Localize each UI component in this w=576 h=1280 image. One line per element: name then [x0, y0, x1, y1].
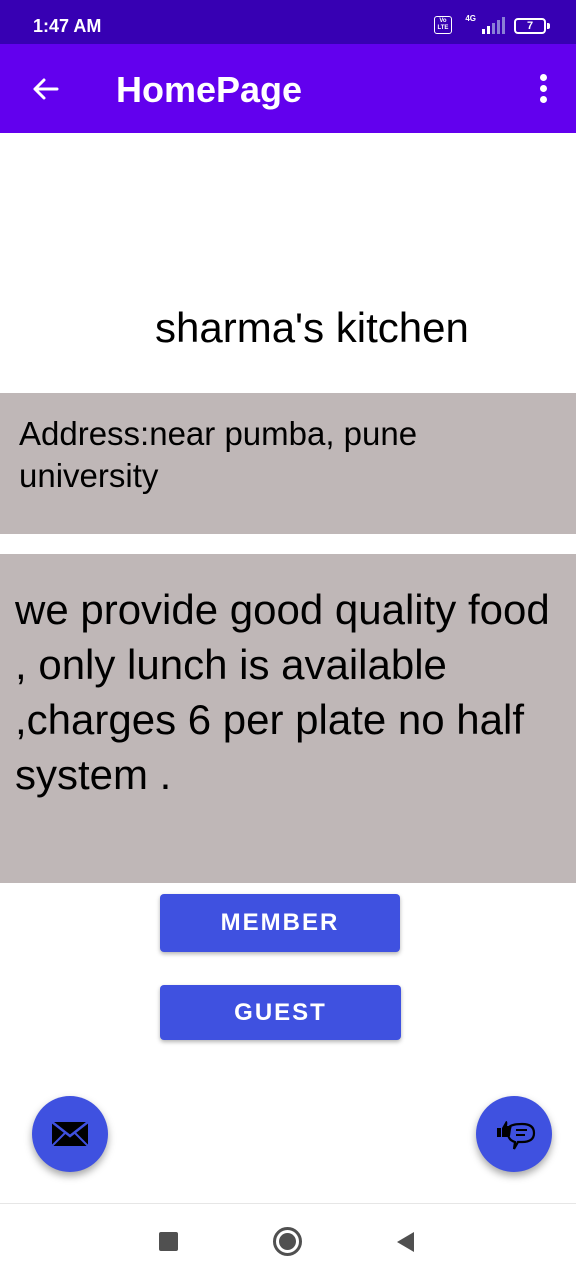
mail-icon	[51, 1121, 89, 1147]
feedback-fab-button[interactable]	[476, 1096, 552, 1172]
status-icons: Vo LTE 4G 7	[410, 14, 550, 34]
address-text: Address:near pumba, pune university	[19, 415, 418, 494]
mail-fab-button[interactable]	[32, 1096, 108, 1172]
address-panel: Address:near pumba, pune university	[0, 393, 576, 534]
screen: 1:47 AM Vo LTE 4G 7 HomePage sharma's ki…	[0, 0, 576, 1280]
battery-icon: 7	[514, 18, 550, 34]
arrow-left-icon[interactable]	[30, 74, 60, 104]
system-nav-bar	[0, 1204, 576, 1280]
signal-icon	[482, 17, 505, 34]
app-bar: HomePage	[0, 44, 576, 133]
volte-icon: Vo LTE	[434, 16, 452, 34]
more-vert-icon[interactable]	[538, 74, 548, 104]
square-icon[interactable]	[159, 1232, 178, 1251]
status-bar: 1:47 AM Vo LTE 4G 7	[0, 0, 576, 44]
kitchen-name: sharma's kitchen	[155, 304, 469, 351]
description-text: we provide good quality food , only lunc…	[15, 586, 550, 798]
circle-icon[interactable]	[272, 1226, 303, 1257]
feedback-thumbs-up-icon	[497, 1121, 536, 1150]
guest-button[interactable]: GUEST	[160, 985, 401, 1040]
network-type-label: 4G	[465, 14, 476, 23]
status-time: 1:47 AM	[33, 16, 102, 36]
page-title: HomePage	[116, 69, 303, 110]
member-button[interactable]: MEMBER	[160, 894, 400, 952]
description-panel: we provide good quality food , only lunc…	[0, 554, 576, 883]
triangle-back-icon[interactable]	[395, 1231, 415, 1253]
